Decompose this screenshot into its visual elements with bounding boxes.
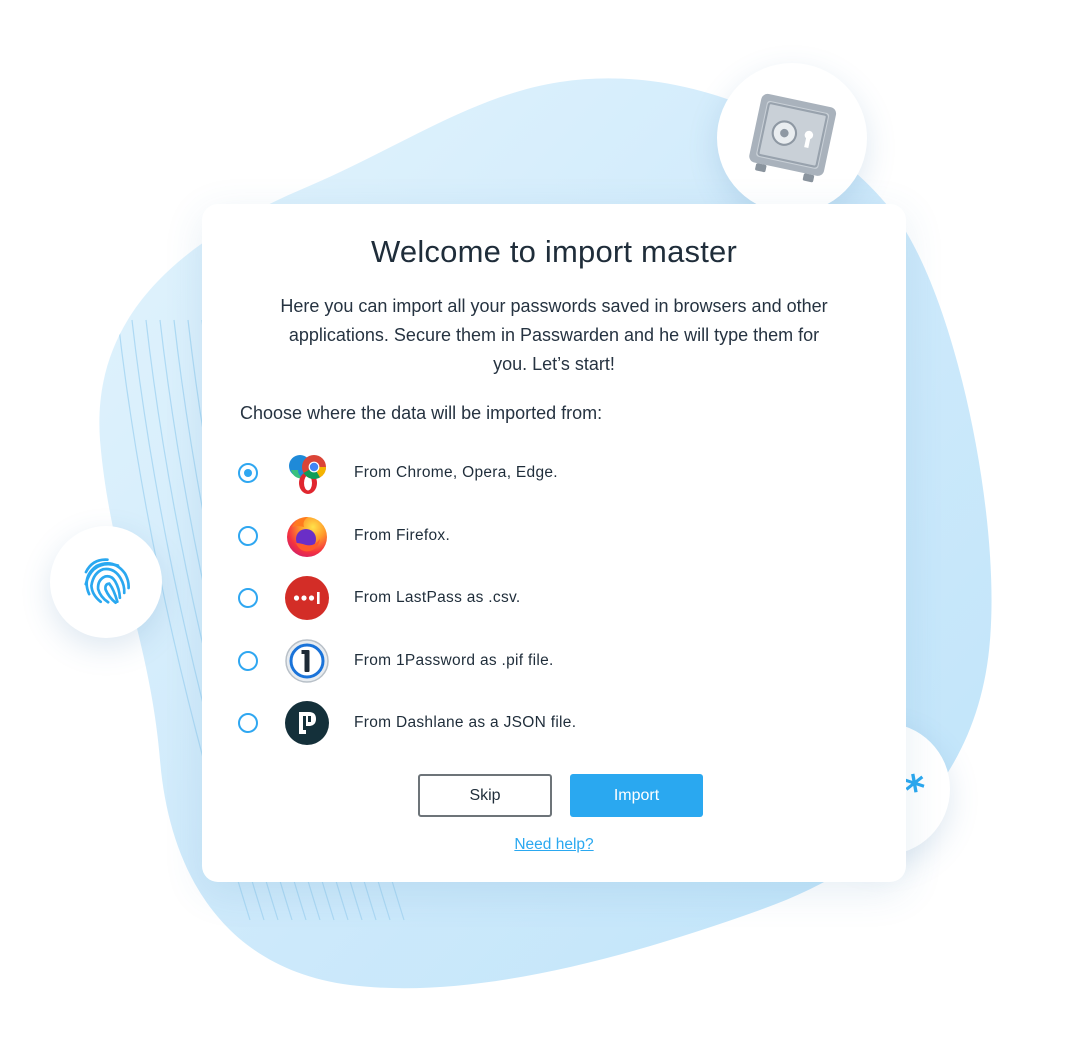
dialog-title: Welcome to import master <box>371 234 737 269</box>
option-label: From Chrome, Opera, Edge. <box>354 464 558 482</box>
option-label: From LastPass as .csv. <box>354 589 521 607</box>
radio-1password[interactable] <box>238 650 258 671</box>
safe-bubble <box>717 63 867 213</box>
choose-source-label: Choose where the data will be imported f… <box>240 403 603 423</box>
option-label: From Dashlane as a JSON file. <box>354 714 577 732</box>
lastpass-icon <box>284 575 330 621</box>
1password-icon <box>284 638 330 684</box>
safe-icon <box>749 93 837 183</box>
option-label: From Firefox. <box>354 526 451 544</box>
radio-chrome-opera-edge[interactable] <box>238 463 258 484</box>
option-firefox[interactable]: From Firefox. <box>238 505 838 568</box>
chrome-opera-edge-icon <box>284 450 330 496</box>
skip-button[interactable]: Skip <box>418 774 552 817</box>
import-source-options: From Chrome, Opera, Edge. From Firefox. … <box>238 442 838 755</box>
import-button[interactable]: Import <box>570 774 703 817</box>
dialog-description: Here you can import all your passwords s… <box>232 292 876 379</box>
description-line: Here you can import all your passwords s… <box>280 296 828 316</box>
fingerprint-bubble <box>50 526 162 638</box>
radio-dashlane[interactable] <box>238 713 258 734</box>
radio-firefox[interactable] <box>238 525 258 546</box>
dashlane-icon <box>284 700 330 746</box>
description-line: applications. Secure them in Passwarden … <box>288 325 820 345</box>
fingerprint-icon <box>84 558 130 605</box>
description-line: you. Let’s start! <box>493 354 615 374</box>
option-chrome-opera-edge[interactable]: From Chrome, Opera, Edge. <box>238 442 838 505</box>
import-master-screen: **** Welcome to import master Here you c… <box>0 0 1065 1064</box>
option-1password[interactable]: From 1Password as .pif file. <box>238 630 838 693</box>
option-dashlane[interactable]: From Dashlane as a JSON file. <box>238 692 838 755</box>
firefox-icon <box>284 513 330 559</box>
option-lastpass[interactable]: From LastPass as .csv. <box>238 567 838 630</box>
need-help-link[interactable]: Need help? <box>202 836 906 854</box>
option-label: From 1Password as .pif file. <box>354 651 554 669</box>
radio-lastpass[interactable] <box>238 588 258 609</box>
import-dialog: Welcome to import master Here you can im… <box>202 204 906 882</box>
